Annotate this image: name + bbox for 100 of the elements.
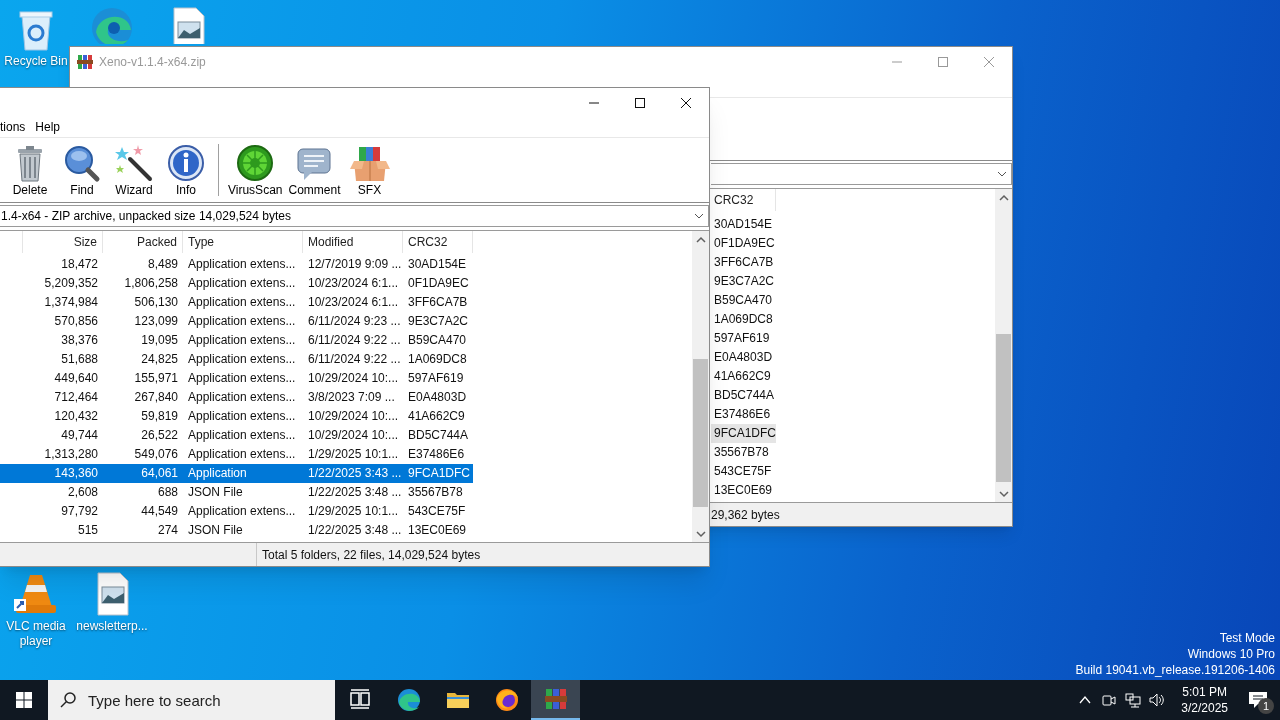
table-cell-text: E37486E6 (713, 406, 772, 423)
column-header[interactable]: Size (23, 231, 103, 253)
table-cell-text: Application extens... (187, 408, 297, 425)
close-icon (681, 97, 691, 108)
table-cell-text: 712,464 (53, 389, 99, 406)
table-cell-text: 120,432 (53, 408, 99, 425)
address-bar[interactable]: 1.4-x64 - ZIP archive, unpacked size 14,029,524 bytes (0, 205, 709, 227)
table-cell-text: 9E3C7A2C (407, 313, 470, 330)
table-cell-text: 5,209,352 (43, 275, 99, 292)
table-cell-text: 6/11/2024 9:22 ... (307, 351, 402, 368)
scrollbar-thumb[interactable] (996, 334, 1011, 482)
toolbar-button[interactable]: Find (56, 140, 108, 200)
file-row[interactable]: 120,432 59,819 Application extens... 10/29/2024 10:... 41A662C9 (0, 407, 473, 426)
speaker-icon[interactable] (1149, 692, 1166, 708)
table-cell-text: 38,376 (60, 332, 99, 349)
scrollbar-thumb[interactable] (693, 359, 708, 507)
table-cell-text: 18,472 (60, 256, 99, 273)
file-row[interactable]: 5,209,352 1,806,258 Application extens... 10/23/2024 6:1... 0F1DA9EC (0, 274, 473, 293)
archive-app-icon (77, 54, 93, 70)
table-cell-text: 8,489 (146, 256, 179, 273)
file-row[interactable]: 18,472 8,489 Application extens... 12/7/2019 9:09 ... 30AD154E (0, 255, 473, 274)
menu-item[interactable]: Help (35, 118, 61, 136)
file-row[interactable]: 51,688 24,825 Application extens... 6/11/2024 9:22 ... 1A069DC8 (0, 350, 473, 369)
column-header[interactable]: Type (183, 231, 303, 253)
table-cell-text: 1A069DC8 (407, 351, 468, 368)
table-cell-text: 10/23/2024 6:1... (307, 275, 400, 292)
dropdown-caret-icon[interactable] (997, 170, 1007, 178)
table-cell-text: 6/11/2024 9:23 ... (307, 313, 402, 330)
file-row[interactable]: 38,376 19,095 Application extens... 6/11/2024 9:22 ... B59CA470 (0, 331, 473, 350)
close-icon (984, 57, 994, 67)
table-cell-text: 10/29/2024 10:... (307, 427, 400, 444)
table-cell-text: Application extens... (187, 256, 297, 273)
search-field[interactable]: Type here to search (48, 680, 335, 720)
task-view-icon (347, 688, 372, 712)
dropdown-caret-icon[interactable] (694, 212, 704, 220)
clock[interactable]: 5:01 PM 3/2/2025 (1173, 684, 1236, 716)
table-cell-text: 64,061 (140, 465, 179, 482)
table-cell-text: 515 (76, 522, 99, 539)
toolbar-button[interactable]: Comment (285, 140, 344, 200)
maximize-icon (938, 57, 948, 67)
table-cell-text: 1,374,984 (43, 294, 99, 311)
file-row[interactable]: 1,313,280 549,076 Application extens... 1/29/2025 10:1... E37486E6 (0, 445, 473, 464)
table-cell-text: Application extens... (187, 370, 297, 387)
table-cell-text: 1,806,258 (123, 275, 179, 292)
table-cell-text: 274 (156, 522, 179, 539)
notification-button[interactable]: 1 (1236, 680, 1280, 720)
firefox-icon (494, 688, 519, 712)
table-cell-text: 1/22/2025 3:43 ... (307, 465, 403, 482)
table-cell-text: Application extens... (187, 332, 297, 349)
table-cell-text: 1/29/2025 10:1... (307, 446, 400, 463)
table-cell-text: 543CE75F (407, 503, 467, 520)
table-cell-text: 2,608 (66, 484, 99, 501)
file-row[interactable]: 570,856 123,099 Application extens... 6/11/2024 9:23 ... 9E3C7A2C (0, 312, 473, 331)
table-cell-text: E0A4803D (407, 389, 468, 406)
file-row[interactable]: 1,374,984 506,130 Application extens... 10/23/2024 6:1... 3FF6CA7B (0, 293, 473, 312)
table-cell-text: 10/29/2024 10:... (307, 370, 400, 387)
menu-item[interactable]: tions (0, 118, 26, 136)
scrollbar[interactable] (692, 231, 709, 542)
toolbar-button[interactable]: Wizard (108, 140, 160, 200)
table-cell-text: 1/22/2025 3:48 ... (307, 522, 403, 539)
table-cell-text: 6/11/2024 9:22 ... (307, 332, 402, 349)
table-cell-text: BD5C744A (407, 427, 470, 444)
table-cell-text: 688 (156, 484, 179, 501)
camera-icon[interactable] (1101, 692, 1118, 708)
table-cell-text: BD5C744A (713, 387, 776, 404)
table-cell-text: Application extens... (187, 446, 297, 463)
table-cell-text: 97,792 (60, 503, 99, 520)
table-cell-text: Application extens... (187, 351, 297, 368)
table-cell-text: 143,360 (53, 465, 99, 482)
status-text: 29,362 bytes (711, 506, 780, 524)
file-row[interactable]: 515 274 JSON File 1/22/2025 3:48 ... 13EC0E69 (0, 521, 473, 540)
table-cell-text: 123,099 (133, 313, 179, 330)
table-cell-text: JSON File (187, 522, 244, 539)
file-row[interactable]: 712,464 267,840 Application extens... 3/8/2023 7:09 ... E0A4803D (0, 388, 473, 407)
column-header[interactable]: Packed (103, 231, 183, 253)
table-cell-text: 24,825 (140, 351, 179, 368)
table-cell-text: E37486E6 (407, 446, 466, 463)
file-row[interactable]: 2,608 688 JSON File 1/22/2025 3:48 ... 35567B78 (0, 483, 473, 502)
table-cell-text: 10/23/2024 6:1... (307, 294, 400, 311)
column-header[interactable]: CRC32 (711, 189, 776, 211)
table-cell-text: 543CE75F (713, 463, 773, 480)
file-row[interactable]: 97,792 44,549 Application extens... 1/29/2025 10:1... 543CE75F (0, 502, 473, 521)
file-row[interactable]: 449,640 155,971 Application extens... 10/29/2024 10:... 597AF619 (0, 369, 473, 388)
toolbar-button[interactable]: VirusScan (225, 140, 286, 200)
file-row[interactable]: 143,360 64,061 Application 1/22/2025 3:43 ... 9FCA1DFC (0, 464, 473, 483)
table-cell-text: 597AF619 (713, 330, 771, 347)
column-header[interactable]: Modified (303, 231, 403, 253)
table-cell-text: 0F1DA9EC (407, 275, 470, 292)
table-cell-text: 49,744 (60, 427, 99, 444)
table-cell-text: 41A662C9 (713, 368, 772, 385)
file-row[interactable]: 49,744 26,522 Application extens... 10/29/2024 10:... BD5C744A (0, 426, 473, 445)
table-cell-text: 549,076 (133, 446, 179, 463)
toolbar-button[interactable]: Info (160, 140, 212, 200)
table-cell-text: 35567B78 (713, 444, 770, 461)
column-header[interactable]: CRC32 (403, 231, 473, 253)
scrollbar[interactable] (995, 189, 1012, 502)
network-icon[interactable] (1125, 692, 1142, 708)
toolbar-button[interactable]: Delete (4, 140, 56, 200)
windows-logo-icon (16, 692, 32, 708)
toolbar-button[interactable]: SFX (343, 140, 396, 200)
